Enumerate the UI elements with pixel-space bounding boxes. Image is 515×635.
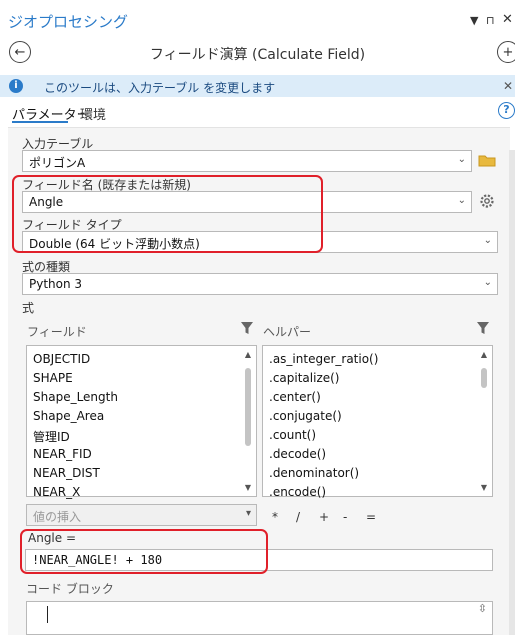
list-item[interactable]: .center() [269,390,321,404]
pane-options-icon[interactable]: ▼ [470,14,478,27]
chevron-down-icon: ⌄ [483,235,492,246]
list-item[interactable]: .denominator() [269,466,359,480]
helpers-header: ヘルパー [263,325,312,339]
close-icon[interactable]: ✕ [502,12,513,27]
plus-icon: + [502,44,514,60]
expression-label: 式 [22,301,35,315]
helpers-scrollbar[interactable]: ▲ ▼ [478,348,490,494]
gear-icon[interactable] [478,192,496,210]
expression-type-dropdown[interactable]: Python 3 ⌄ [22,273,498,295]
scroll-up-icon[interactable]: ▲ [242,350,254,359]
operator-add-button[interactable]: + [319,510,329,524]
operator-subtract-button[interactable]: - [343,510,347,524]
fields-filter-icon[interactable] [240,321,254,338]
pane-title: ジオプロセシング [8,13,129,31]
panel-scrollbar[interactable] [509,150,515,635]
list-item[interactable]: .count() [269,428,316,442]
insert-values-dropdown[interactable]: 値の挿入 ▾ [26,504,257,526]
fields-header: フィールド [27,325,87,339]
operator-divide-button[interactable]: / [296,510,300,524]
list-item[interactable]: NEAR_FID [33,447,92,461]
list-item[interactable]: 管理ID [33,428,70,445]
chevron-down-icon: ⌄ [457,195,466,206]
helpers-listbox[interactable]: .as_integer_ratio() .capitalize() .cente… [262,345,493,499]
fields-listbox[interactable]: OBJECTID SHAPE Shape_Length Shape_Area 管… [26,345,257,499]
list-item[interactable]: NEAR_DIST [33,466,100,480]
scroll-thumb[interactable] [481,368,487,388]
list-item[interactable]: .as_integer_ratio() [269,352,378,366]
input-table-dropdown[interactable]: ポリゴンA ⌄ [22,150,472,172]
list-item[interactable]: .encode() [269,485,326,499]
code-block-editor[interactable]: ⇳ [26,601,493,635]
code-block-label: コード ブロック [26,582,114,596]
scroll-down-icon[interactable]: ▼ [478,483,490,492]
add-button[interactable]: + [497,41,515,63]
scroll-thumb[interactable] [245,368,251,446]
list-item[interactable]: NEAR_X [33,485,80,499]
list-item[interactable]: Shape_Area [33,409,104,423]
chevron-down-icon: ⌄ [457,154,466,165]
list-item[interactable]: .conjugate() [269,409,342,423]
helpers-filter-icon[interactable] [476,321,490,338]
tool-title: フィールド演算 (Calculate Field) [149,47,366,63]
close-info-icon[interactable]: ✕ [503,79,513,93]
info-message: このツールは、入力テーブル を変更します [44,81,276,95]
list-item[interactable]: OBJECTID [33,352,90,366]
input-table-value: ポリゴンA [29,156,86,170]
fields-scrollbar[interactable]: ▲ ▼ [242,348,254,494]
chevron-down-icon: ⌄ [483,277,492,288]
text-cursor [47,606,48,623]
list-item[interactable]: SHAPE [33,371,73,385]
tab-active-indicator [12,121,68,123]
operator-equals-button[interactable]: = [366,510,376,524]
scroll-down-icon[interactable]: ▼ [242,483,254,492]
list-item[interactable]: .capitalize() [269,371,340,385]
list-item[interactable]: Shape_Length [33,390,118,404]
scroll-up-icon[interactable]: ▲ [478,350,490,359]
pin-icon[interactable]: ⊓ [486,14,495,27]
highlight-field-name-type [12,175,323,253]
insert-values-placeholder: 値の挿入 [33,510,82,524]
highlight-expression [20,529,268,574]
info-icon: i [9,79,23,93]
chevron-down-icon: ▾ [245,508,251,519]
browse-folder-icon[interactable] [478,151,496,169]
expression-type-value: Python 3 [29,277,83,291]
resize-handle-icon[interactable]: ⇳ [478,603,487,614]
help-icon[interactable]: ? [498,102,515,119]
list-item[interactable]: .decode() [269,447,326,461]
operator-multiply-button[interactable]: * [272,510,278,524]
tab-environments[interactable]: 環境 [80,104,106,123]
